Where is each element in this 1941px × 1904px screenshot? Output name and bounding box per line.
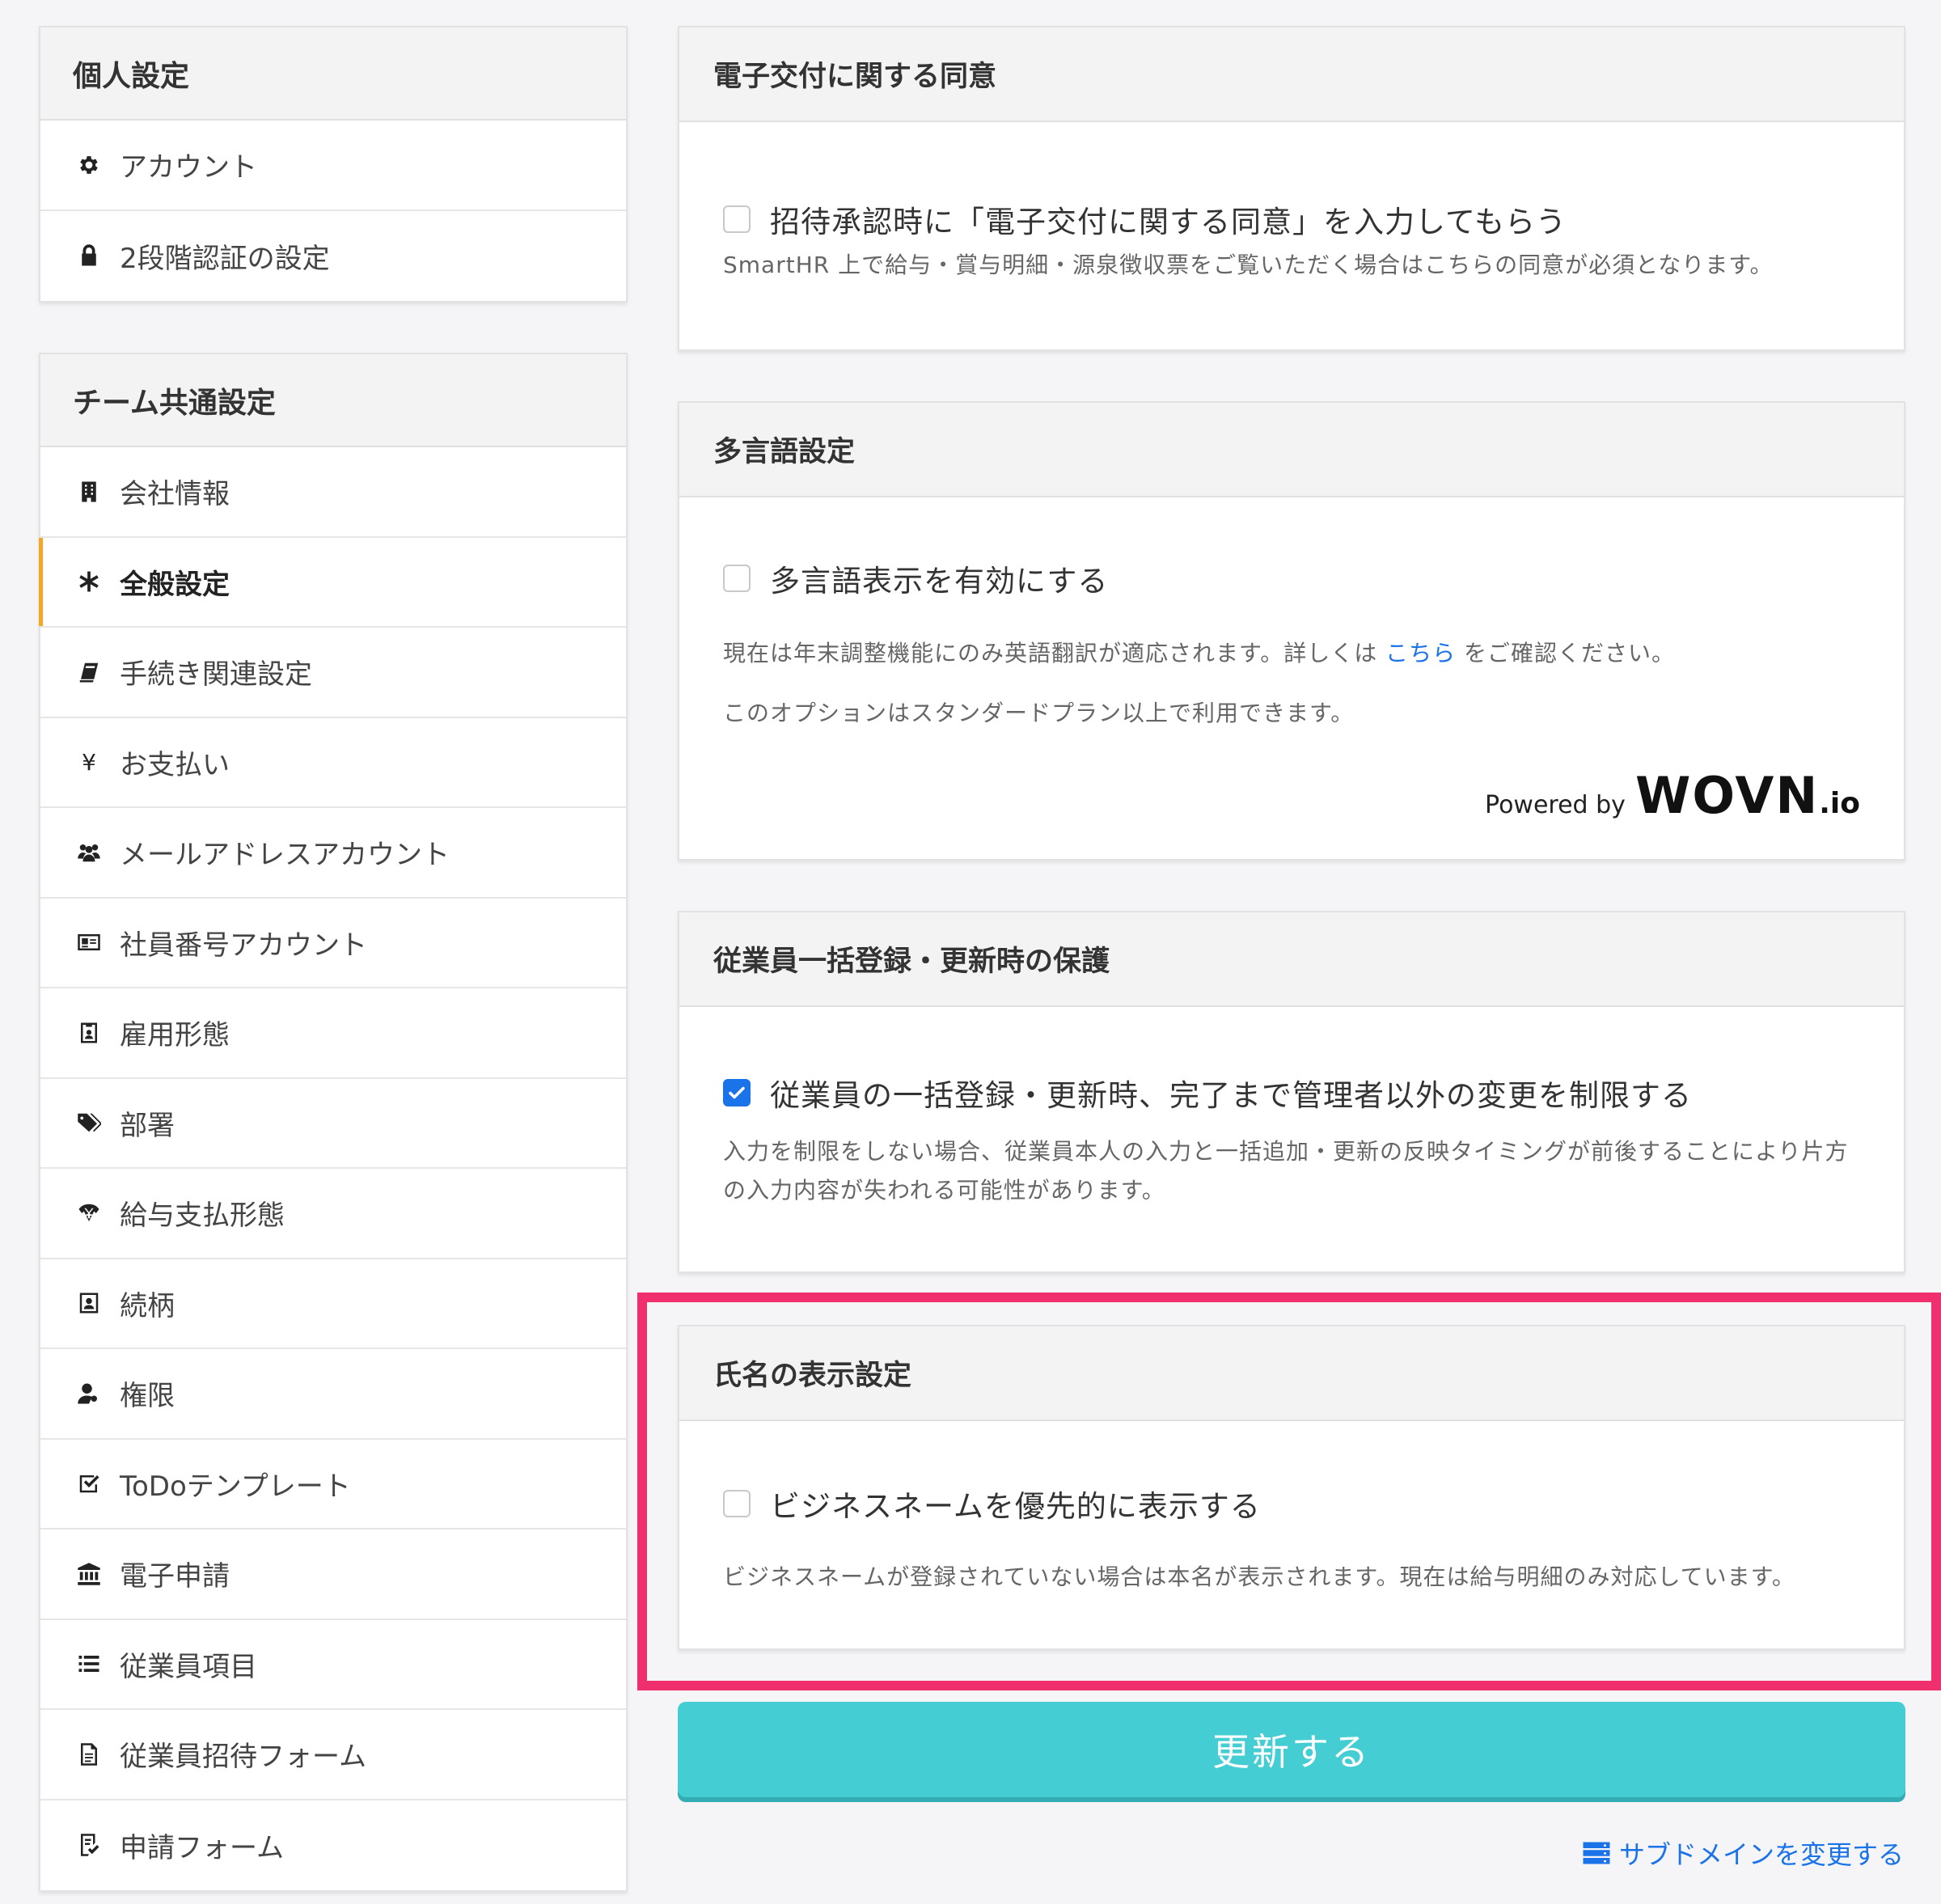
multilang-desc-text: 現在は年末調整機能にのみ英語翻訳が適応されます。詳しくは	[723, 640, 1378, 666]
document-icon	[76, 1741, 102, 1767]
sidebar-item-procedure-settings[interactable]: 手続き関連設定	[40, 628, 626, 718]
list-icon	[76, 1651, 102, 1677]
sidebar: 個人設定 アカウント 2段階認証の設定 チーム共通設定 会社情報 全般設定 手続…	[39, 26, 628, 1904]
asterisk-icon	[76, 569, 102, 594]
multilang-checkbox[interactable]	[723, 565, 751, 592]
book-icon	[76, 659, 102, 685]
sidebar-item-e-application[interactable]: 電子申請	[40, 1530, 626, 1620]
sidebar-item-email-account[interactable]: メールアドレスアカウント	[40, 808, 626, 899]
change-subdomain-link[interactable]: サブドメインを変更する	[1582, 1834, 1904, 1872]
powered-by-wovn: Powered by WOVN .io	[1485, 766, 1860, 825]
server-icon	[1583, 1842, 1610, 1864]
consent-option[interactable]: 招待承認時に「電子交付に関する同意」を入力してもらう	[723, 197, 1567, 241]
sidebar-item-label: 電子申請	[120, 1560, 230, 1593]
name-display-panel-title: 氏名の表示設定	[679, 1326, 1904, 1421]
sidebar-item-label: 申請フォーム	[120, 1831, 284, 1864]
consent-description: SmartHR 上で給与・賞与明細・源泉徴収票をご覧いただく場合はこちらの同意が…	[723, 252, 1774, 278]
protection-option[interactable]: 従業員の一括登録・更新時、完了まで管理者以外の変更を制限する	[723, 1071, 1692, 1115]
consent-option-label: 招待承認時に「電子交付に関する同意」を入力してもらう	[770, 205, 1567, 239]
sidebar-item-label: アカウント	[120, 151, 257, 184]
form-check-icon	[76, 1832, 102, 1858]
yen-hand-icon	[76, 1200, 102, 1226]
update-button[interactable]: 更新する	[678, 1702, 1905, 1797]
protection-description: 入力を制限をしない場合、従業員本人の入力と一括追加・更新の反映タイミングが前後す…	[723, 1138, 1849, 1204]
multilang-panel-title: 多言語設定	[679, 403, 1904, 497]
sidebar-item-application-form[interactable]: 申請フォーム	[40, 1800, 626, 1891]
sidebar-item-account[interactable]: アカウント	[40, 121, 626, 211]
sidebar-item-employment-type[interactable]: 雇用形態	[40, 988, 626, 1079]
users-icon	[76, 840, 102, 865]
sidebar-item-employee-invite-form[interactable]: 従業員招待フォーム	[40, 1710, 626, 1800]
multilang-panel: 多言語設定 多言語表示を有効にする 現在は年末調整機能にのみ英語翻訳が適応されま…	[678, 401, 1905, 861]
powered-by-text: Powered by	[1485, 791, 1626, 819]
change-subdomain-label: サブドメインを変更する	[1618, 1839, 1904, 1870]
protection-panel: 従業員一括登録・更新時の保護 従業員の一括登録・更新時、完了まで管理者以外の変更…	[678, 911, 1905, 1273]
personal-settings-card: 個人設定 アカウント 2段階認証の設定	[39, 26, 628, 303]
sidebar-item-label: 社員番号アカウント	[120, 929, 367, 962]
consent-panel-title: 電子交付に関する同意	[679, 28, 1904, 122]
sidebar-item-permissions[interactable]: 権限	[40, 1349, 626, 1440]
user-key-icon	[76, 1381, 102, 1407]
sidebar-item-label: ToDoテンプレート	[120, 1470, 351, 1503]
sidebar-item-two-factor[interactable]: 2段階認証の設定	[40, 211, 626, 302]
bank-icon	[76, 1561, 102, 1587]
building-icon	[76, 479, 102, 505]
protection-panel-title: 従業員一括登録・更新時の保護	[679, 912, 1904, 1007]
id-card-icon	[76, 929, 102, 955]
personal-settings-title: 個人設定	[40, 28, 626, 121]
badge-icon	[76, 1020, 102, 1046]
yen-icon: ¥	[82, 748, 96, 776]
sidebar-item-label: 続柄	[120, 1289, 175, 1322]
wovn-logo-suffix: .io	[1819, 787, 1860, 820]
lock-icon	[76, 243, 102, 269]
contact-icon	[76, 1290, 102, 1316]
name-display-option[interactable]: ビジネスネームを優先的に表示する	[723, 1482, 1261, 1525]
protection-checkbox[interactable]	[723, 1079, 751, 1106]
multilang-option[interactable]: 多言語表示を有効にする	[723, 556, 1108, 600]
check-icon	[729, 1086, 745, 1099]
sidebar-item-label: 従業員招待フォーム	[120, 1741, 366, 1774]
sidebar-item-salary-payment-type[interactable]: 給与支払形態	[40, 1169, 626, 1259]
sidebar-item-label: 権限	[120, 1380, 175, 1413]
check-square-icon	[76, 1470, 102, 1496]
sidebar-item-label: 雇用形態	[120, 1019, 230, 1052]
multilang-plan-note: このオプションはスタンダードプラン以上で利用できます。	[723, 700, 1355, 726]
sidebar-item-todo-template[interactable]: ToDoテンプレート	[40, 1440, 626, 1530]
name-display-description: ビジネスネームが登録されていない場合は本名が表示されます。現在は給与明細のみ対応…	[723, 1563, 1795, 1590]
sidebar-item-label: 給与支払形態	[120, 1200, 285, 1233]
multilang-desc-text-after: をご確認ください。	[1464, 640, 1676, 666]
name-display-option-label: ビジネスネームを優先的に表示する	[770, 1489, 1261, 1524]
sidebar-item-department[interactable]: 部署	[40, 1079, 626, 1169]
sidebar-item-relationship[interactable]: 続柄	[40, 1259, 626, 1349]
protection-option-label: 従業員の一括登録・更新時、完了まで管理者以外の変更を制限する	[770, 1078, 1692, 1113]
sidebar-item-label: 手続き関連設定	[120, 658, 312, 692]
team-settings-card: チーム共通設定 会社情報 全般設定 手続き関連設定 ¥ お支払い メールアドレス…	[39, 353, 628, 1892]
sidebar-item-label: 従業員項目	[120, 1650, 257, 1683]
sidebar-item-payment[interactable]: ¥ お支払い	[40, 718, 626, 808]
sidebar-item-label: 全般設定	[120, 568, 230, 601]
gear-icon	[76, 152, 102, 178]
sidebar-item-label: 部署	[120, 1109, 175, 1142]
consent-panel: 電子交付に関する同意 招待承認時に「電子交付に関する同意」を入力してもらう Sm…	[678, 26, 1905, 351]
sidebar-item-general-settings[interactable]: 全般設定	[39, 537, 626, 628]
sidebar-item-employee-fields[interactable]: 従業員項目	[40, 1620, 626, 1710]
name-display-panel: 氏名の表示設定 ビジネスネームを優先的に表示する ビジネスネームが登録されていな…	[678, 1325, 1905, 1650]
details-link[interactable]: こちら	[1385, 640, 1456, 666]
team-settings-title: チーム共通設定	[40, 354, 626, 447]
consent-checkbox[interactable]	[723, 205, 751, 233]
multilang-description: 現在は年末調整機能にのみ英語翻訳が適応されます。詳しくは こちら をご確認くださ…	[723, 634, 1855, 673]
sidebar-item-label: お支払い	[120, 748, 230, 781]
tags-icon	[76, 1110, 102, 1136]
sidebar-item-label: 2段階認証の設定	[120, 242, 330, 275]
sidebar-item-label: 会社情報	[120, 478, 230, 511]
wovn-logo: WOVN	[1634, 766, 1820, 825]
sidebar-item-employee-number-account[interactable]: 社員番号アカウント	[40, 899, 626, 988]
sidebar-item-company-info[interactable]: 会社情報	[40, 447, 626, 538]
sidebar-item-label: メールアドレスアカウント	[120, 839, 450, 872]
name-display-checkbox[interactable]	[723, 1490, 751, 1517]
multilang-option-label: 多言語表示を有効にする	[770, 564, 1109, 599]
